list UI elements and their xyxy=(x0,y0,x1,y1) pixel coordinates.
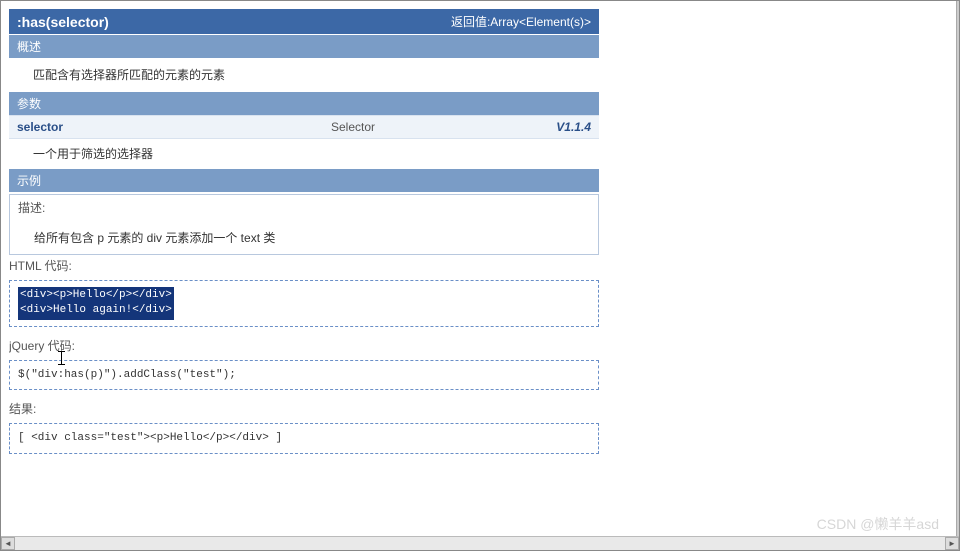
example-desc-label: 描述: xyxy=(10,195,598,221)
result-code-block[interactable]: [ <div class="test"><p>Hello</p></div> ] xyxy=(9,423,599,454)
jquery-code-label: jQuery 代码: xyxy=(9,335,599,358)
content-area: :has(selector) 返回值:Array<Element(s)> 概述 … xyxy=(9,9,949,536)
jquery-code-text: $("div:has(p)").addClass("test"); xyxy=(18,369,236,381)
example-desc-text: 给所有包含 p 元素的 div 元素添加一个 text 类 xyxy=(10,221,598,254)
section-overview-header: 概述 xyxy=(9,35,599,58)
api-title: :has(selector) xyxy=(17,14,109,30)
return-value-label: 返回值:Array<Element(s)> xyxy=(451,13,591,30)
scroll-left-button[interactable]: ◄ xyxy=(1,537,15,550)
horizontal-scrollbar[interactable]: ◄ ► xyxy=(1,536,959,550)
param-type: Selector xyxy=(331,120,531,134)
result-label: 结果: xyxy=(9,398,599,421)
param-row: selector Selector V1.1.4 xyxy=(9,115,599,139)
html-code-selection[interactable]: <div><p>Hello</p></div> <div>Hello again… xyxy=(18,287,174,320)
html-code-line: <div>Hello again!</div> xyxy=(20,303,172,318)
html-code-label: HTML 代码: xyxy=(9,255,599,278)
param-name: selector xyxy=(17,120,331,134)
param-desc: 一个用于筛选的选择器 xyxy=(9,139,599,168)
param-version: V1.1.4 xyxy=(531,120,591,134)
main-column: :has(selector) 返回值:Array<Element(s)> 概述 … xyxy=(9,9,599,454)
vertical-scrollbar[interactable] xyxy=(956,1,959,536)
watermark-text: CSDN @懒羊羊asd xyxy=(817,514,939,534)
result-code-text: [ <div class="test"><p>Hello</p></div> ] xyxy=(18,432,282,444)
section-example-header: 示例 xyxy=(9,169,599,192)
example-box: 描述: 给所有包含 p 元素的 div 元素添加一个 text 类 xyxy=(9,194,599,255)
jquery-code-block[interactable]: $("div:has(p)").addClass("test"); xyxy=(9,360,599,391)
overview-text: 匹配含有选择器所匹配的元素的元素 xyxy=(9,58,599,91)
scroll-right-button[interactable]: ► xyxy=(945,537,959,550)
title-bar: :has(selector) 返回值:Array<Element(s)> xyxy=(9,9,599,34)
section-params-header: 参数 xyxy=(9,92,599,115)
html-code-line: <div><p>Hello</p></div> xyxy=(20,288,172,303)
html-code-block[interactable]: <div><p>Hello</p></div> <div>Hello again… xyxy=(9,280,599,327)
window-frame: :has(selector) 返回值:Array<Element(s)> 概述 … xyxy=(0,0,960,551)
